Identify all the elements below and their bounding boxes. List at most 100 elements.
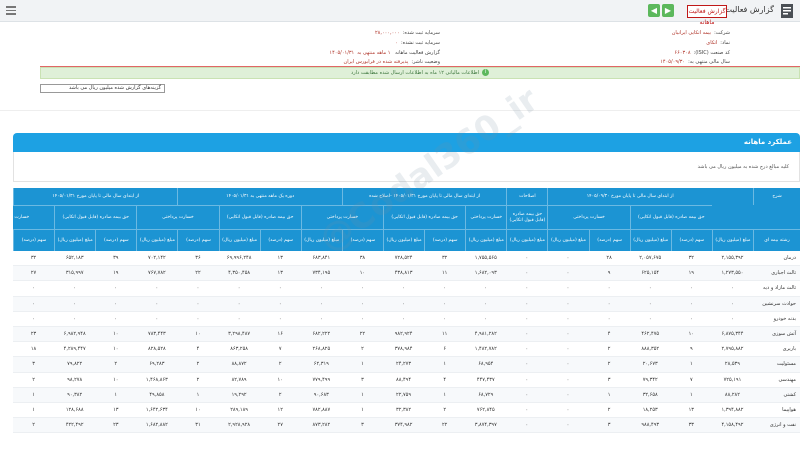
table-cell: ۰ — [361, 285, 364, 292]
report-select[interactable]: گزینه‌های گزارش شده میلیون ریال می باشد — [40, 84, 165, 93]
table-cell: ۲۷ — [277, 422, 283, 429]
table-cell: ۴۶۲,۴۷۵ — [641, 331, 660, 337]
table-cell: ۷۸۲,۸۸۷ — [312, 407, 331, 413]
table-cell: ۴,۳۵۰,۴۵۸ — [228, 270, 251, 277]
table-cell: ۳۷۴,۹۸۲ — [394, 422, 413, 429]
fiscal-year-label: سال مالی منتهی به: — [688, 59, 730, 65]
table-cell: ۰ — [73, 285, 76, 292]
table-cell: ۱ — [32, 391, 35, 398]
table-cell: ۲ — [32, 422, 35, 429]
table-cell: ۶۹,۹۹۶,۲۴۸ — [226, 255, 252, 261]
table-cell: ۱۰ — [113, 331, 119, 337]
table-cell: ۱۲ — [277, 407, 283, 413]
header-group-3: از ابتدای سال مالی تا پایان مورخ ۱۴۰۵/۰۱… — [341, 188, 506, 205]
company-info: شرکت:بیمه اتکایی ایرانیان نماد:اتکای کد … — [40, 24, 800, 68]
table-cell: ۱۰ — [359, 270, 366, 277]
table-cell: ۴,۲۸۹,۴۴۷ — [63, 346, 86, 353]
table-cell: ۴,۹۸۱,۲۸۲ — [474, 331, 497, 337]
table-cell: ۷۸۳,۴۴۳ — [148, 331, 166, 337]
table-cell: ۱,۶۴۲,۶۳۴ — [145, 407, 168, 413]
header-group-4: دوره یک ماهه منتهی به ۱۴۰۵/۰۱/۳۱ — [177, 188, 341, 205]
table-cell: ۱۶ — [277, 331, 283, 337]
menu-icon[interactable] — [6, 6, 16, 15]
table-cell: ۰ — [402, 300, 405, 307]
table-cell: ۲ — [196, 361, 200, 368]
table-cell: ۲ — [196, 376, 200, 383]
symbol-value: اتکای — [706, 40, 718, 46]
table-cell: ۷۹,۳۴۲ — [642, 376, 658, 383]
table-cell: ۰ — [114, 285, 118, 292]
fiscal-year-value: ۱۴۰۵/۰۹/۳۰ — [660, 59, 686, 65]
table-cell: ۹۸۸,۴۹۳ — [641, 422, 660, 429]
prev-arrow-icon[interactable]: ◀ — [648, 4, 660, 17]
table-cell: ۰ — [361, 315, 364, 322]
table-cell: ۰ — [484, 285, 488, 292]
table-cell: ۱۹ — [688, 270, 694, 277]
row-insurance-line: باربری — [782, 346, 796, 353]
table-cell: ۰ — [648, 285, 652, 292]
table-cell: ۱۳ — [277, 255, 283, 261]
table-cell: ۱,۴۶۸,۸۶۳ — [145, 376, 168, 383]
table-cell: ۰ — [196, 285, 200, 292]
table-cell: ۰ — [32, 285, 35, 292]
table-cell: ۳۲,۳۸۲ — [396, 407, 412, 413]
table-cell: ۱۱ — [441, 331, 448, 337]
table-cell: ۲,۰۵۷,۶۷۵ — [639, 255, 662, 261]
header-col-4: سهم (درصد) — [588, 229, 630, 251]
header-group-2: اصلاحات — [506, 188, 547, 205]
table-cell: ۷۶۷,۷۸۲ — [148, 270, 166, 277]
top-bar: گزارش فعالیت ماهانه گزارش فعالیت ماهانه … — [0, 0, 800, 26]
table-cell: ۰ — [731, 285, 734, 292]
isic-label: کد صنعت (ISIC): — [693, 50, 730, 56]
row-insurance-line: مهندسی — [778, 376, 796, 383]
table-cell: ۰ — [689, 315, 693, 322]
table-cell: ۱ — [32, 407, 35, 413]
table-cell: ۹۸,۲۷۸ — [67, 376, 83, 383]
period-value: ۱۴۰۵/۰۱/۳۱ — [329, 50, 355, 56]
table-cell: ۶۸,۹۵۴ — [478, 361, 494, 368]
table-cell: ۱۰ — [195, 407, 201, 413]
table-cell: ۲۳ — [30, 331, 37, 337]
table-cell: ۶۲,۳۱۹ — [313, 361, 329, 368]
table-cell: ۲ — [607, 361, 611, 368]
status-value: پذیرفته شده در فرابورس ایران — [343, 59, 409, 65]
table-cell: ۳,۲۹۸,۴۸۷ — [228, 331, 251, 337]
table-cell: ۰ — [278, 315, 282, 322]
table-cell: ۲۴,۲۷۳ — [396, 361, 412, 368]
table-cell: ۲,۹۲۸,۹۲۸ — [228, 422, 251, 429]
table-cell: ۳ — [361, 422, 364, 429]
table-cell: ۱۹ — [113, 270, 119, 277]
table-cell: ۳۲ — [30, 255, 37, 261]
report-type-label: گزارش فعالیت ماهانه — [395, 50, 440, 56]
table-cell: ۶,۸۷۵,۳۴۴ — [721, 331, 744, 337]
table-cell: ۲۲,۷۵۹ — [396, 391, 412, 398]
table-cell: ۰ — [155, 285, 159, 292]
table-cell: ۷۹,۸۲۲ — [67, 361, 83, 368]
table-cell: ۰ — [731, 315, 734, 322]
table-cell: ۲ — [607, 346, 611, 353]
table-cell: ۰ — [196, 315, 200, 322]
table-cell: ۱ — [689, 391, 693, 398]
header-group-0: شرح — [753, 188, 800, 205]
table-cell: ۰ — [319, 300, 323, 307]
monthly-report-button[interactable]: گزارش فعالیت ماهانه — [687, 5, 727, 26]
table-cell: ۱,۳۹۴,۸۸۲ — [721, 407, 744, 413]
page-divider — [0, 110, 800, 111]
table-row: ثالث اجباری ۱,۲۷۳,۵۵۰ ۱۹ ۶۲۵,۱۵۴ ۹ ۰ ۰ ۱,۶۸۲,۰۹… — [13, 266, 800, 282]
notice-text: اطلاعات مالیاتی ۱۲ ماه به اطلاعات ارسال … — [351, 70, 479, 76]
table-cell: ۱۳ — [113, 407, 119, 413]
table-cell: ۰ — [319, 285, 323, 292]
row-insurance-line: ثالث مازاد و دیه — [762, 285, 796, 292]
table-cell: ۰ — [731, 300, 734, 307]
unregistered-capital-value: ۰ — [395, 40, 398, 46]
table-row: آتش سوزی ۶,۸۷۵,۳۴۴ ۱۰ ۴۶۲,۴۷۵ ۴ ۰ ۰ ۴,۹۸۱,۲۸۲ ۱۱… — [13, 327, 800, 343]
header-subgroup-2: حق بیمه صادره (قابل قبول اتکایی) — [506, 205, 548, 229]
unregistered-capital-label: سرمایه ثبت نشده: — [401, 40, 440, 46]
next-arrow-icon[interactable]: ▶ — [662, 4, 674, 17]
table-cell: ۰ — [114, 315, 118, 322]
table-cell: ۱ — [361, 391, 364, 398]
row-insurance-line: مسئولیت — [776, 361, 796, 368]
table-cell: ۰ — [566, 346, 570, 353]
table-cell: ۰ — [525, 407, 529, 413]
table-cell: ۲۲ — [195, 270, 201, 277]
